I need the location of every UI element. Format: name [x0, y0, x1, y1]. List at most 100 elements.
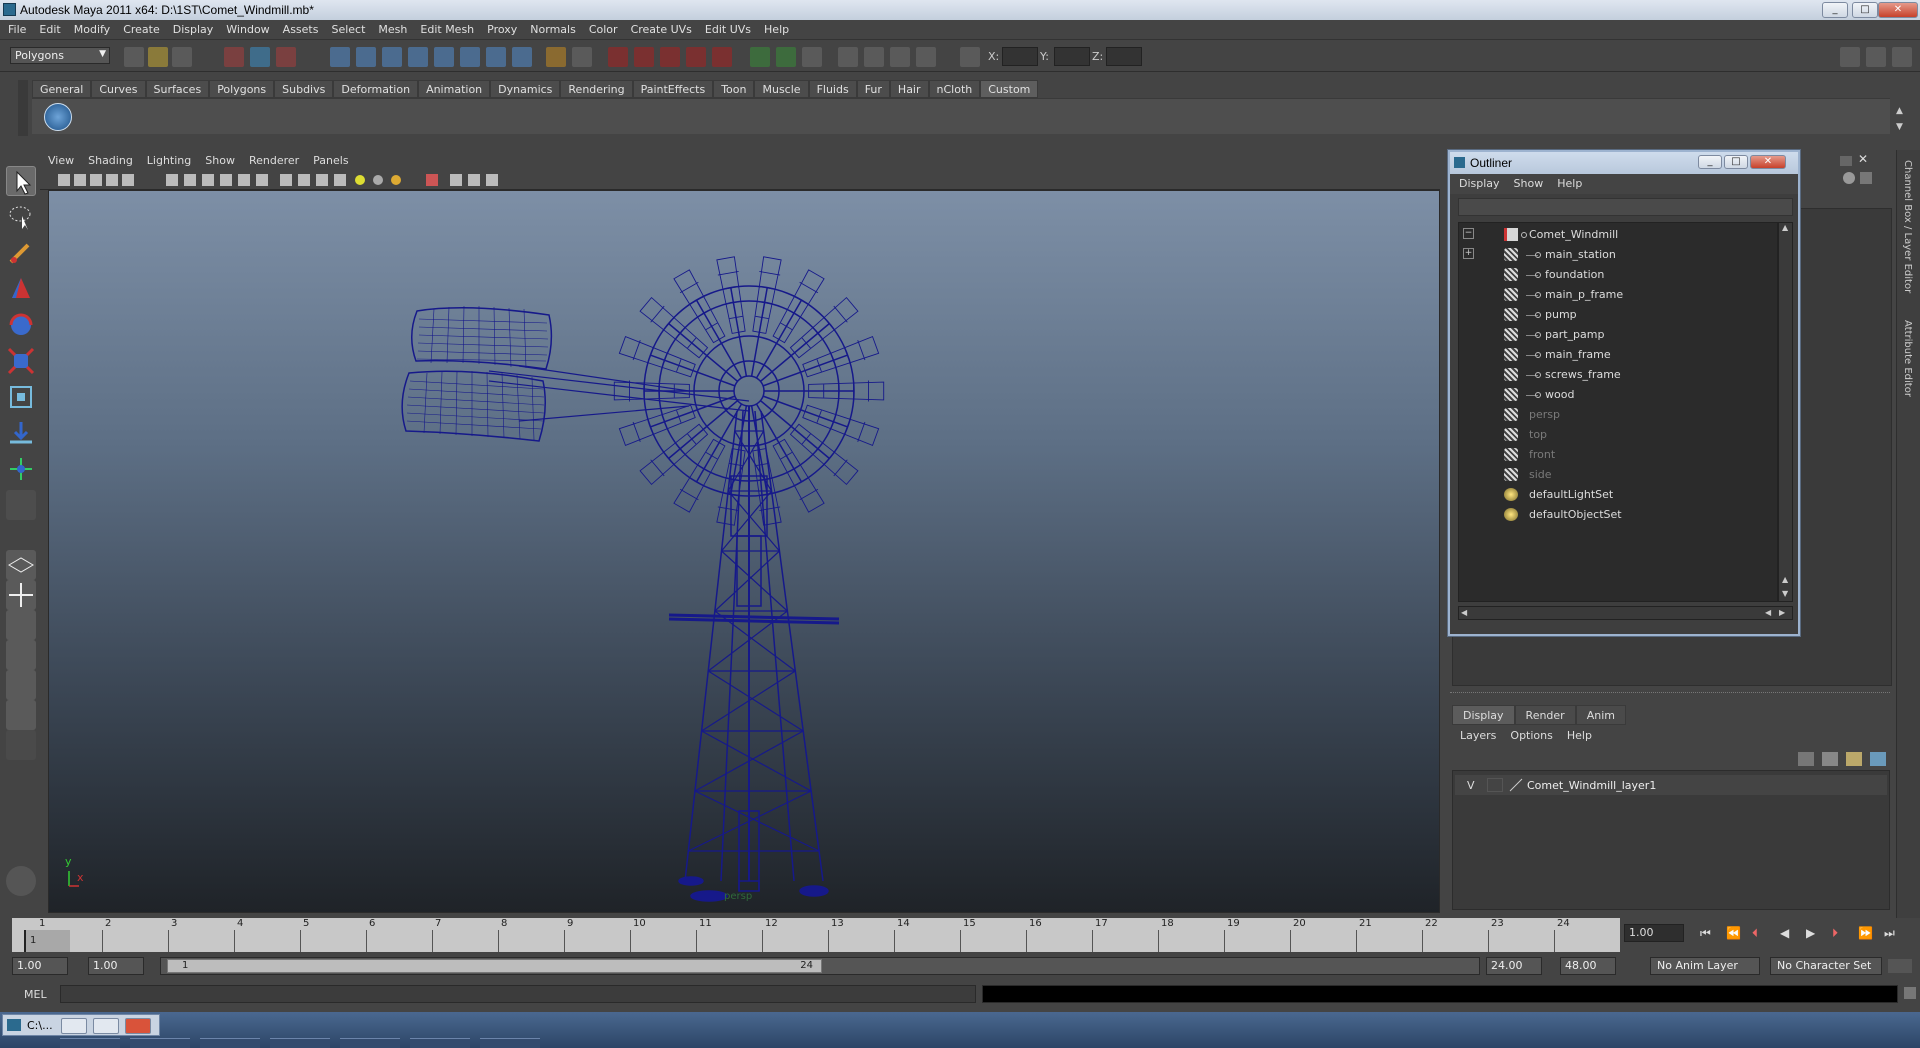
go-to-end-icon[interactable]: ⏭	[1884, 926, 1895, 941]
shelf-tab-fluids[interactable]: Fluids	[808, 80, 857, 98]
universal-manipulator-icon[interactable]	[6, 382, 36, 412]
select-hierarchy-icon[interactable]	[224, 47, 244, 67]
current-frame-field[interactable]: 1.00	[1624, 924, 1684, 942]
outliner-item[interactable]: main_frame	[1459, 345, 1777, 365]
range-slider-handle[interactable]: 1 24	[167, 959, 822, 973]
menu-assets[interactable]: Assets	[275, 20, 324, 36]
channel-box-pick-icon[interactable]	[1860, 172, 1872, 184]
taskbar-app-5-icon[interactable]	[340, 1038, 400, 1048]
menu-select[interactable]: Select	[323, 20, 370, 36]
outliner-item[interactable]: defaultLightSet	[1459, 485, 1777, 505]
layer-selected-icon[interactable]	[1846, 752, 1862, 766]
view-menu-lighting[interactable]: Lighting	[139, 150, 197, 167]
outliner-filter-field[interactable]	[1458, 198, 1793, 216]
shelf-tab-ncloth[interactable]: nCloth	[928, 80, 981, 98]
outliner-minimize-button[interactable]: _	[1698, 155, 1722, 169]
layer-color-swatch-icon[interactable]	[1509, 778, 1523, 792]
taskbar-app-1-icon[interactable]	[60, 1038, 120, 1048]
checkmark-icon[interactable]	[44, 103, 72, 131]
coord-z-field[interactable]	[1106, 47, 1142, 66]
four-view-layout-icon[interactable]	[6, 580, 36, 610]
view-menu-renderer[interactable]: Renderer	[241, 150, 305, 167]
outliner-item[interactable]: persp	[1459, 405, 1777, 425]
snap-live-icon[interactable]	[486, 47, 506, 67]
panel-restore-icon[interactable]	[1840, 156, 1852, 166]
layer-menu-layers[interactable]: Layers	[1452, 726, 1502, 742]
outliner-vertical-scrollbar[interactable]: ▲ ▲ ▼	[1778, 222, 1793, 602]
show-manipulator-icon[interactable]	[6, 454, 36, 484]
outliner-item[interactable]: wood	[1459, 385, 1777, 405]
ep-icon[interactable]	[864, 47, 884, 67]
outliner-menu-display[interactable]: Display	[1450, 174, 1505, 190]
paint-select-tool-icon[interactable]	[6, 238, 36, 268]
view-menu-shading[interactable]: Shading	[80, 150, 139, 167]
taskbar-app-2-icon[interactable]	[130, 1038, 190, 1048]
snap-curve-icon[interactable]	[356, 47, 376, 67]
layer-tab-anim[interactable]: Anim	[1575, 705, 1626, 725]
menu-set-dropdown[interactable]: Polygons ▼	[10, 47, 110, 64]
menu-proxy[interactable]: Proxy	[479, 20, 522, 36]
rotate-tool-icon[interactable]	[6, 310, 36, 340]
select-tool-icon[interactable]	[6, 166, 36, 196]
viewport-tool-icons[interactable]	[40, 170, 600, 190]
shelf-tab-rendering[interactable]: Rendering	[560, 80, 633, 98]
outliner-item[interactable]: front	[1459, 445, 1777, 465]
shelf-tab-surfaces[interactable]: Surfaces	[145, 80, 210, 98]
layer-assign-icon[interactable]	[1870, 752, 1886, 766]
hypershade-icon[interactable]	[686, 47, 706, 67]
new-scene-icon[interactable]	[124, 47, 144, 67]
outliner-item[interactable]: − Comet_Windmill	[1459, 225, 1777, 245]
outliner-item[interactable]: part_pamp	[1459, 325, 1777, 345]
move-tool-icon[interactable]	[6, 274, 36, 304]
menu-display[interactable]: Display	[165, 20, 219, 36]
menu-modify[interactable]: Modify	[66, 20, 115, 36]
layer-tab-display[interactable]: Display	[1452, 705, 1515, 725]
scroll-up-icon[interactable]: ▲	[1782, 575, 1788, 584]
new-layer-icon[interactable]	[1798, 752, 1814, 766]
shelf-tab-curves[interactable]: Curves	[91, 80, 146, 98]
outliner-menu-help[interactable]: Help	[1548, 174, 1587, 190]
menu-file[interactable]: File	[0, 20, 31, 36]
open-scene-icon[interactable]	[148, 47, 168, 67]
go-to-start-icon[interactable]: ⏮	[1700, 926, 1711, 941]
taskbar-app-6-icon[interactable]	[410, 1038, 470, 1048]
step-forward-frame-icon[interactable]: ⏵	[1832, 926, 1838, 941]
coord-y-field[interactable]	[1054, 47, 1090, 66]
layer-tab-render[interactable]: Render	[1514, 705, 1576, 725]
taskbar-app-3-icon[interactable]	[200, 1038, 260, 1048]
command-language-label[interactable]: MEL	[24, 988, 47, 1001]
render-view-icon[interactable]	[712, 47, 732, 67]
outliner-item[interactable]: + main_station	[1459, 245, 1777, 265]
lock-icon[interactable]	[572, 47, 592, 67]
help-question-icon[interactable]	[512, 47, 532, 67]
persp-graph-outliner-layout-icon[interactable]	[6, 700, 36, 730]
collapse-icon[interactable]: −	[1463, 228, 1474, 239]
expand-icon[interactable]: +	[1463, 248, 1474, 259]
character-set-dropdown[interactable]: No Character Set	[1770, 957, 1882, 975]
menu-edit-uvs[interactable]: Edit UVs	[697, 20, 756, 36]
outliner-maximize-button[interactable]: □	[1724, 155, 1748, 169]
play-forwards-icon[interactable]: ▶	[1806, 926, 1815, 940]
outliner-item[interactable]: top	[1459, 425, 1777, 445]
shelf-tab-muscle[interactable]: Muscle	[754, 80, 809, 98]
close-button[interactable]: ✕	[1878, 2, 1918, 18]
hull-icon[interactable]	[890, 47, 910, 67]
shelf-tab-painteffects[interactable]: PaintEffects	[632, 80, 714, 98]
outliner-item[interactable]: defaultObjectSet	[1459, 505, 1777, 525]
menu-color[interactable]: Color	[581, 20, 623, 36]
render-icon[interactable]	[608, 47, 628, 67]
scale-tool-icon[interactable]	[6, 346, 36, 376]
menu-normals[interactable]: Normals	[522, 20, 581, 36]
outliner-item[interactable]: pump	[1459, 305, 1777, 325]
menu-edit-mesh[interactable]: Edit Mesh	[412, 20, 479, 36]
shelf-tab-dynamics[interactable]: Dynamics	[490, 80, 561, 98]
view-menu-view[interactable]: View	[40, 150, 80, 167]
view-menu-show[interactable]: Show	[197, 150, 241, 167]
menu-edit[interactable]: Edit	[31, 20, 65, 36]
step-back-frame-icon[interactable]: ⏴	[1752, 926, 1758, 941]
snap-view-icon[interactable]	[460, 47, 480, 67]
script-editor-icon[interactable]	[6, 866, 36, 896]
current-time-marker[interactable]: 1	[24, 930, 70, 952]
outliner-item[interactable]: side	[1459, 465, 1777, 485]
outliner-item[interactable]: foundation	[1459, 265, 1777, 285]
